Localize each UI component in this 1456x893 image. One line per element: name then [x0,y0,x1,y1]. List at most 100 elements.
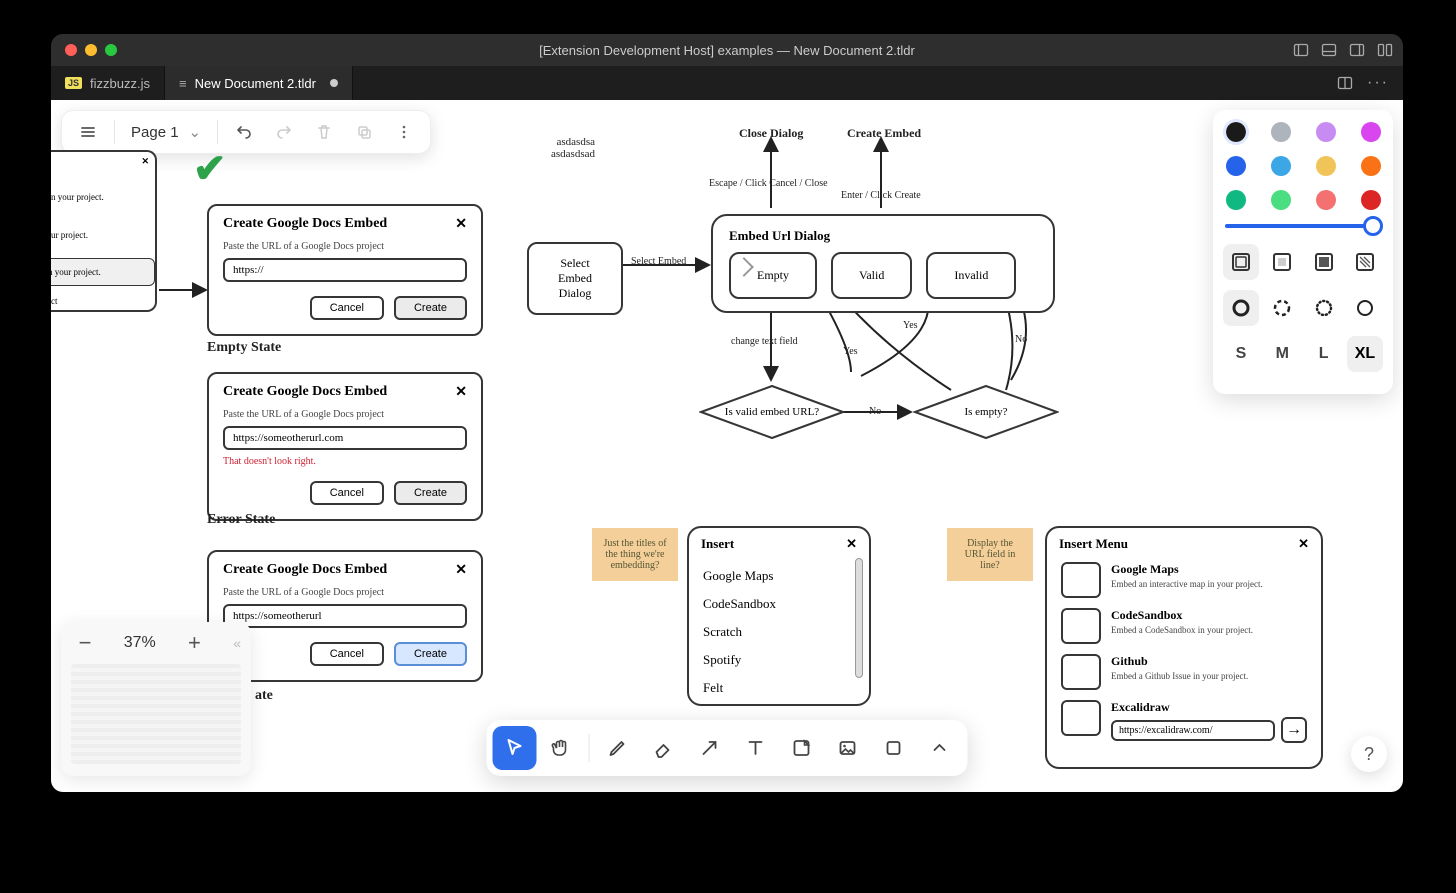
cancel-button[interactable]: Cancel [310,296,384,320]
tab-fizzbuzz[interactable]: JS fizzbuzz.js [51,66,165,100]
traffic-close[interactable] [65,44,77,56]
insert-item[interactable]: Felt [703,674,855,702]
image-tool[interactable] [826,726,870,770]
tab-document[interactable]: ≡ New Document 2.tldr [165,66,353,100]
size-m[interactable]: M [1264,336,1300,372]
thumbnail [1061,562,1101,598]
opacity-slider[interactable] [1225,224,1381,228]
flow-label: Close Dialog [739,126,803,141]
color-swatch[interactable] [1361,156,1381,176]
traffic-minimize[interactable] [85,44,97,56]
insert-card[interactable]: GithubEmbed a Github Issue in your proje… [1061,654,1307,690]
select-tool[interactable] [493,726,537,770]
insert-card[interactable]: Excalidraw→ [1061,700,1307,743]
color-swatch[interactable] [1316,122,1336,142]
color-swatch[interactable] [1361,190,1381,210]
text-tool[interactable] [734,726,778,770]
insert-item[interactable]: Scratch [703,618,855,646]
embed-url-input[interactable] [1111,720,1275,741]
layout-right-icon[interactable] [1349,42,1365,58]
url-input[interactable] [223,426,467,450]
dash-draw[interactable] [1223,290,1259,326]
fill-none[interactable] [1223,244,1259,280]
arrow-tool[interactable] [688,726,732,770]
thumbnail [1061,654,1101,690]
close-icon[interactable]: ✕ [455,562,467,579]
close-icon[interactable]: ✕ [1298,536,1309,552]
url-input[interactable] [223,258,467,282]
undo-button[interactable] [226,114,262,150]
traffic-zoom[interactable] [105,44,117,56]
insert-card[interactable]: CodeSandboxEmbed a CodeSandbox in your p… [1061,608,1307,644]
color-swatch[interactable] [1271,122,1291,142]
close-icon[interactable]: ✕ [455,384,467,401]
color-swatch[interactable] [1226,156,1246,176]
create-button[interactable]: Create [394,481,467,505]
insert-item[interactable]: Google Maps [703,562,855,590]
insert-card[interactable]: Google MapsEmbed an interactive map in y… [1061,562,1307,598]
color-swatch[interactable] [1271,190,1291,210]
diamond-is-empty: Is empty? [913,384,1059,440]
cancel-button[interactable]: Cancel [310,642,384,666]
more-tools[interactable] [918,726,962,770]
thumbnail [1061,608,1101,644]
js-icon: JS [65,77,82,89]
fill-solid[interactable] [1306,244,1342,280]
layout-left-icon[interactable] [1293,42,1309,58]
close-icon[interactable]: ✕ [141,156,149,167]
color-swatch[interactable] [1226,190,1246,210]
color-swatch[interactable] [1316,156,1336,176]
fill-pattern[interactable] [1347,244,1383,280]
url-input[interactable] [223,604,467,628]
duplicate-button[interactable] [346,114,382,150]
dash-dotted[interactable] [1306,290,1342,326]
layout-bottom-icon[interactable] [1321,42,1337,58]
dialog-error: Create Google Docs Embed✕ Paste the URL … [207,372,483,521]
help-button[interactable]: ? [1351,736,1387,772]
color-swatch[interactable] [1361,122,1381,142]
shape-tool[interactable] [872,726,916,770]
flow-label: Create Embed [847,126,921,141]
zoom-value: 37% [124,634,156,652]
draw-tool[interactable] [596,726,640,770]
hand-tool[interactable] [539,726,583,770]
eraser-tool[interactable] [642,726,686,770]
thumbnail [1061,700,1101,736]
submit-url-button[interactable]: → [1281,717,1307,743]
fill-semi[interactable] [1264,244,1300,280]
zoom-out-button[interactable]: − [71,630,99,656]
insert-item[interactable]: CodeSandbox [703,590,855,618]
create-button[interactable]: Create [394,296,467,320]
collapse-minimap[interactable]: « [233,635,241,651]
arrow-label: Yes [903,320,918,331]
menu-button[interactable] [70,114,106,150]
page-label: Page 1 [131,124,179,141]
size-xl[interactable]: XL [1347,336,1383,372]
size-l[interactable]: L [1306,336,1342,372]
zoom-in-button[interactable]: + [180,630,208,656]
state-label: Empty State [207,340,281,356]
insert-item[interactable]: Spotify [703,646,855,674]
page-selector[interactable]: Page 1 ⌄ [123,123,209,141]
close-icon[interactable]: ✕ [455,216,467,233]
more-vert-button[interactable] [386,114,422,150]
color-swatch[interactable] [1316,190,1336,210]
redo-button[interactable] [266,114,302,150]
more-icon[interactable]: ··· [1367,74,1389,92]
split-editor-icon[interactable] [1337,75,1353,91]
cancel-button[interactable]: Cancel [310,481,384,505]
color-swatch[interactable] [1271,156,1291,176]
create-button[interactable]: Create [394,642,467,666]
minimap[interactable] [71,664,241,764]
dash-dashed[interactable] [1264,290,1300,326]
close-icon[interactable]: ✕ [846,536,857,552]
note-tool[interactable] [780,726,824,770]
color-swatch[interactable] [1226,122,1246,142]
trash-button[interactable] [306,114,342,150]
dirty-indicator [330,79,338,87]
size-s[interactable]: S [1223,336,1259,372]
dash-solid[interactable] [1347,290,1383,326]
layout-grid-icon[interactable] [1377,42,1393,58]
scrollbar[interactable] [855,558,863,678]
chevron-down-icon: ⌄ [189,123,202,141]
